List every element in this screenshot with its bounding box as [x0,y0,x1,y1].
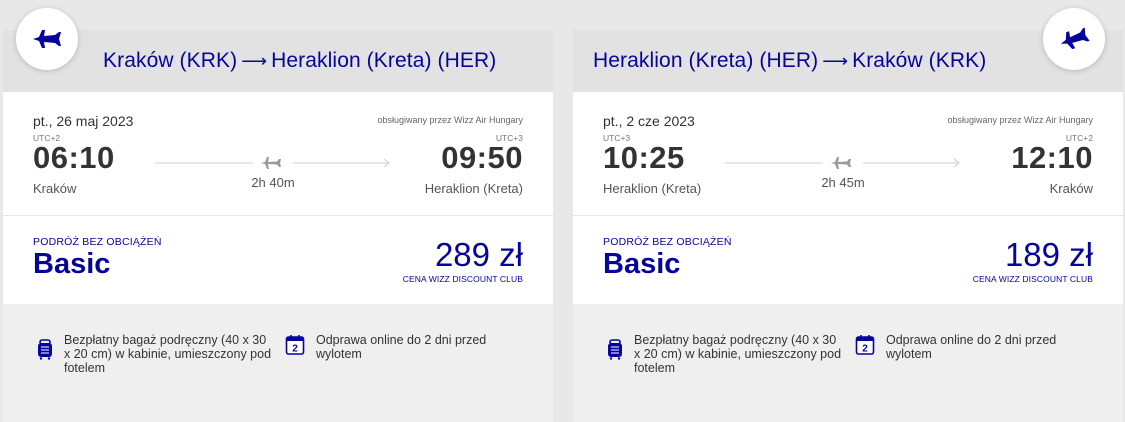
route-line [725,157,960,169]
fare-section[interactable]: PODRÓŻ BEZ OBCIĄŻEŃ Basic 289 zł CENA WI… [3,216,553,304]
fare-price: 189 zł [1004,236,1093,273]
route-destination: Heraklion (Kreta) (HER) [271,49,497,72]
feature-item: Bezpłatny bagaż podręczny (40 x 30 x 20 … [35,333,275,375]
operator-label: obsługiwany przez Wizz Air Hungary [947,115,1093,125]
arrival-city: Heraklion (Kreta) [424,181,523,196]
outbound-plane-badge [16,8,78,70]
feature-text: Odprawa online do 2 dni przed wylotem [316,333,487,361]
calendar-icon: 2 [285,335,305,355]
plane-icon [1060,27,1090,50]
flight-date: pt., 26 maj 2023 [33,113,134,129]
return-plane-badge [1043,8,1105,70]
departure-city: Heraklion (Kreta) [603,181,702,196]
route-title: Heraklion (Kreta) (HER) ⟶ Kraków (KRK) [593,49,986,73]
departure-city: Kraków [33,181,77,196]
fare-label: PODRÓŻ BEZ OBCIĄŻEŃ [603,236,732,248]
flight-duration: 2h 45m [821,175,865,190]
fare-label: PODRÓŻ BEZ OBCIĄŻEŃ [33,236,162,248]
flight-date: pt., 2 cze 2023 [603,113,695,129]
return-flight-card: Heraklion (Kreta) (HER) ⟶ Kraków (KRK) pt.… [573,30,1123,422]
feature-text: Bezpłatny bagaż podręczny (40 x 30 x 20 … [634,333,842,375]
luggage-icon [38,339,52,360]
fare-price: 289 zł [434,236,523,273]
route-arrow: ⟶ [241,51,268,71]
outbound-flight-card: Kraków (KRK) ⟶ Heraklion (Kreta) (HER) pt.… [3,30,553,422]
calendar-icon: 2 [855,335,875,355]
arrival-city: Kraków [1049,181,1093,196]
price-note: CENA WIZZ DISCOUNT CLUB [972,274,1093,284]
departure-time: 06:10 [33,140,115,175]
feature-item: Bezpłatny bagaż podręczny (40 x 30 x 20 … [605,333,845,375]
route-line [155,157,390,169]
fare-features: Bezpłatny bagaż podręczny (40 x 30 x 20 … [573,304,1123,422]
fare-section[interactable]: PODRÓŻ BEZ OBCIĄŻEŃ Basic 189 zł CENA WI… [573,216,1123,304]
small-plane-icon [261,157,281,169]
feature-item: 2 Odprawa online do 2 dni przed wylotem [285,333,515,361]
route-origin: Kraków (KRK) [103,49,238,72]
calendar-day: 2 [862,344,868,355]
route-arrow: ⟶ [822,51,849,71]
luggage-icon [608,339,622,360]
route-header: Heraklion (Kreta) (HER) ⟶ Kraków (KRK) [573,30,1123,92]
plane-icon [33,30,61,48]
arrival-time: 09:50 [441,140,523,175]
calendar-day: 2 [292,344,298,355]
fare-name: Basic [603,248,681,280]
flight-duration: 2h 40m [251,175,295,190]
small-plane-icon [831,157,851,169]
flight-details: pt., 2 cze 2023 obsługiwany przez Wizz A… [573,92,1123,216]
fare-features: Bezpłatny bagaż podręczny (40 x 30 x 20 … [3,304,553,422]
route-destination: Kraków (KRK) [852,49,987,72]
feature-item: 2 Odprawa online do 2 dni przed wylotem [855,333,1085,361]
feature-text: Bezpłatny bagaż podręczny (40 x 30 x 20 … [64,333,272,375]
price-note: CENA WIZZ DISCOUNT CLUB [402,274,523,284]
operator-label: obsługiwany przez Wizz Air Hungary [377,115,523,125]
route-origin: Heraklion (Kreta) (HER) [593,49,819,72]
flight-details: pt., 26 maj 2023 obsługiwany przez Wizz … [3,92,553,216]
route-header: Kraków (KRK) ⟶ Heraklion (Kreta) (HER) [3,30,553,92]
arrival-time: 12:10 [1011,140,1093,175]
route-title: Kraków (KRK) ⟶ Heraklion (Kreta) (HER) [103,49,496,73]
feature-text: Odprawa online do 2 dni przed wylotem [886,333,1057,361]
fare-name: Basic [33,248,111,280]
departure-time: 10:25 [603,140,685,175]
